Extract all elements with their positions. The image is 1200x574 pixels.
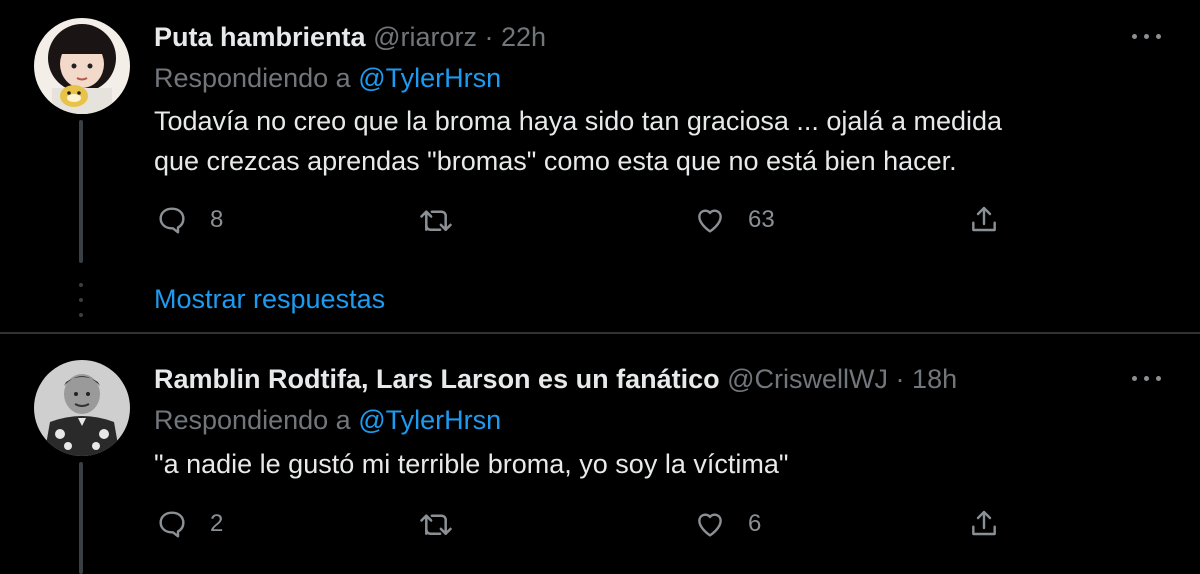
retweet-button[interactable] bbox=[418, 504, 454, 544]
avatar[interactable] bbox=[34, 360, 130, 456]
retweet-icon bbox=[418, 202, 454, 238]
tweet-header: Ramblin Rodtifa, Lars Larson es un fanát… bbox=[154, 362, 957, 396]
reply-button[interactable]: 8 bbox=[154, 200, 223, 240]
like-button[interactable]: 63 bbox=[692, 200, 775, 240]
display-name[interactable]: Ramblin Rodtifa, Lars Larson es un fanát… bbox=[154, 364, 720, 394]
mention-link[interactable]: @TylerHrsn bbox=[358, 405, 501, 435]
thread-line bbox=[79, 462, 83, 574]
share-button[interactable] bbox=[966, 504, 1002, 544]
separator: · bbox=[484, 22, 494, 52]
tweet-text-line: que crezcas aprendas "bromas" como esta … bbox=[154, 146, 957, 176]
like-button[interactable]: 6 bbox=[692, 504, 761, 544]
retweet-button[interactable] bbox=[418, 200, 454, 240]
like-count: 6 bbox=[748, 510, 762, 537]
handle[interactable]: @CriswellWJ bbox=[727, 364, 888, 394]
like-count: 63 bbox=[748, 206, 775, 233]
separator: · bbox=[895, 364, 905, 394]
tweet-text: "a nadie le gustó mi terrible broma, yo … bbox=[154, 444, 1154, 484]
more-icon[interactable] bbox=[1128, 24, 1168, 48]
reply-count: 8 bbox=[210, 206, 224, 233]
show-replies-link[interactable]: Mostrar respuestas bbox=[154, 282, 385, 316]
reply-count: 2 bbox=[210, 510, 224, 537]
like-icon bbox=[692, 506, 728, 542]
share-icon bbox=[966, 202, 1002, 238]
replying-prefix: Respondiendo a bbox=[154, 63, 351, 93]
tweet-header: Puta hambrienta @riarorz · 22h bbox=[154, 20, 546, 54]
retweet-icon bbox=[418, 506, 454, 542]
timestamp[interactable]: 22h bbox=[501, 22, 546, 52]
display-name[interactable]: Puta hambrienta bbox=[154, 22, 366, 52]
tweet[interactable]: Puta hambrienta @riarorz · 22h Respondie… bbox=[0, 0, 1200, 332]
tweet-text: Todavía no creo que la broma haya sido t… bbox=[154, 101, 1154, 181]
tweet[interactable]: Ramblin Rodtifa, Lars Larson es un fanát… bbox=[0, 334, 1200, 574]
replying-to: Respondiendo a @TylerHrsn bbox=[154, 61, 501, 95]
like-icon bbox=[692, 202, 728, 238]
tweet-text-line: Todavía no creo que la broma haya sido t… bbox=[154, 106, 1003, 136]
share-icon bbox=[966, 506, 1002, 542]
replying-prefix: Respondiendo a bbox=[154, 405, 351, 435]
mention-link[interactable]: @TylerHrsn bbox=[358, 63, 501, 93]
avatar[interactable] bbox=[34, 18, 130, 114]
reply-icon bbox=[154, 202, 190, 238]
more-icon[interactable] bbox=[1128, 366, 1168, 390]
share-button[interactable] bbox=[966, 200, 1002, 240]
replying-to: Respondiendo a @TylerHrsn bbox=[154, 403, 501, 437]
handle[interactable]: @riarorz bbox=[373, 22, 477, 52]
tweet-text-line: "a nadie le gustó mi terrible broma, yo … bbox=[154, 449, 789, 479]
thread-dots bbox=[79, 283, 83, 317]
thread-line bbox=[79, 120, 83, 263]
reply-button[interactable]: 2 bbox=[154, 504, 223, 544]
reply-icon bbox=[154, 506, 190, 542]
timestamp[interactable]: 18h bbox=[912, 364, 957, 394]
